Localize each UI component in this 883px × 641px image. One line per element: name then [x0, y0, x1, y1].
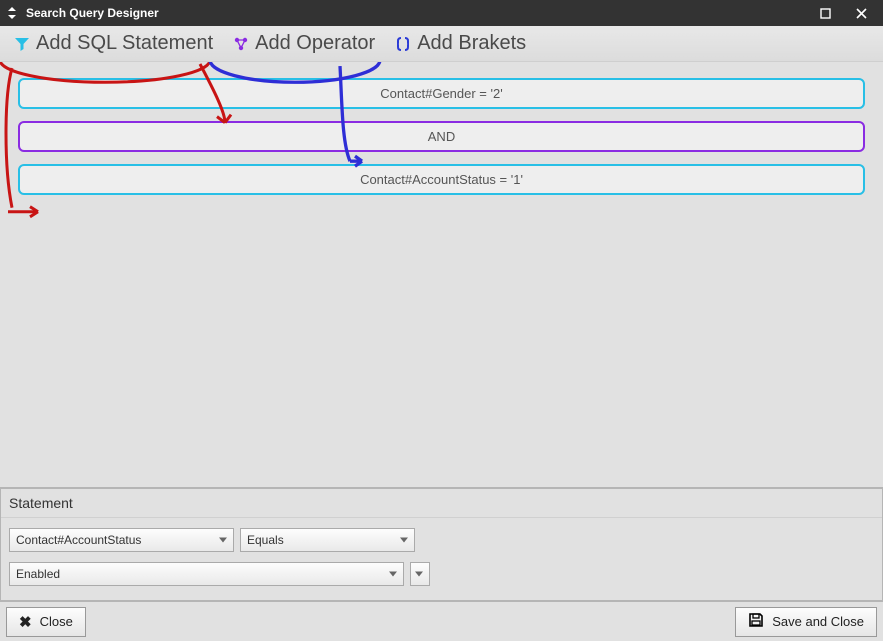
- titlebar: Search Query Designer: [0, 0, 883, 26]
- titlebar-icon: [4, 7, 20, 19]
- query-operator-row[interactable]: AND: [18, 121, 865, 152]
- value-dropdown[interactable]: Enabled: [9, 562, 404, 586]
- operator-icon: [233, 36, 249, 52]
- add-sql-statement-button[interactable]: Add SQL Statement: [4, 30, 223, 57]
- save-icon: [748, 612, 764, 632]
- brackets-icon: [395, 36, 411, 52]
- close-icon: ✖: [19, 613, 32, 631]
- comparator-dropdown[interactable]: Equals: [240, 528, 415, 552]
- footer: ✖ Close Save and Close: [0, 601, 883, 641]
- toolbar: Add SQL Statement Add Operator Add Brake…: [0, 26, 883, 62]
- query-sql-row[interactable]: Contact#AccountStatus = '1': [18, 164, 865, 195]
- add-operator-label: Add Operator: [255, 32, 375, 55]
- add-brackets-button[interactable]: Add Brakets: [385, 30, 536, 57]
- filter-icon: [14, 36, 30, 52]
- window-root: Search Query Designer Add SQL Statement …: [0, 0, 883, 641]
- statement-row-1: Contact#AccountStatus Equals: [9, 528, 874, 552]
- add-operator-button[interactable]: Add Operator: [223, 30, 385, 57]
- value-dropdown-value: Enabled: [16, 567, 60, 581]
- bottom-panel: Statement Contact#AccountStatus Equals E…: [0, 487, 883, 641]
- statement-header: Statement: [1, 489, 882, 518]
- add-brackets-label: Add Brakets: [417, 32, 526, 55]
- window-title: Search Query Designer: [20, 6, 159, 20]
- statement-body: Contact#AccountStatus Equals Enabled: [1, 518, 882, 600]
- query-rows-host: Contact#Gender = '2' AND Contact#AccountSt…: [18, 78, 865, 195]
- query-sql-row[interactable]: Contact#Gender = '2': [18, 78, 865, 109]
- save-close-label: Save and Close: [772, 614, 864, 629]
- field-dropdown[interactable]: Contact#AccountStatus: [9, 528, 234, 552]
- comparator-dropdown-value: Equals: [247, 533, 284, 547]
- maximize-button[interactable]: [807, 0, 843, 26]
- close-button[interactable]: ✖ Close: [6, 607, 86, 637]
- close-button-label: Close: [40, 614, 73, 629]
- statement-row-2: Enabled: [9, 562, 874, 586]
- value-dropdown-extra[interactable]: [410, 562, 430, 586]
- save-and-close-button[interactable]: Save and Close: [735, 607, 877, 637]
- field-dropdown-value: Contact#AccountStatus: [16, 533, 141, 547]
- statement-box: Statement Contact#AccountStatus Equals E…: [0, 488, 883, 601]
- add-sql-label: Add SQL Statement: [36, 32, 213, 55]
- close-window-button[interactable]: [843, 0, 879, 26]
- query-area: Contact#Gender = '2' AND Contact#AccountSt…: [0, 62, 883, 487]
